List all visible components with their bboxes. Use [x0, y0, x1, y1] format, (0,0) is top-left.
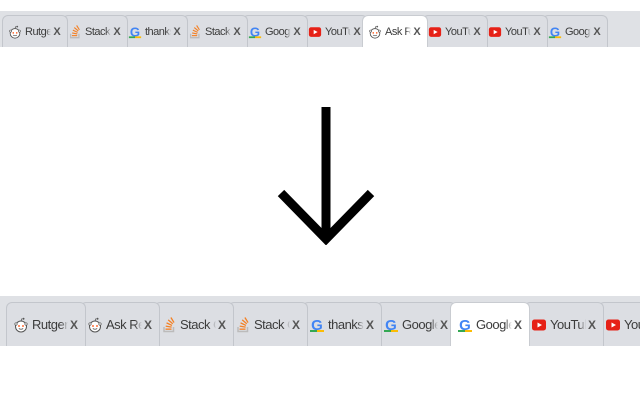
tab-close-button[interactable]: X	[591, 26, 603, 38]
browser-tab[interactable]: GGoogleX	[242, 15, 308, 47]
tab-title: YouTube	[624, 317, 640, 332]
tab-title: Rutgers Univ	[32, 317, 68, 332]
browser-tab[interactable]: Stack OverflowX	[228, 302, 308, 346]
tab-title: Rutgers Univ	[25, 25, 51, 38]
tab-title: Google	[402, 317, 438, 332]
tab-close-button[interactable]: X	[111, 26, 123, 38]
tab-title: Ask Reddit	[385, 25, 411, 38]
youtube-icon	[605, 317, 621, 333]
tab-close-button[interactable]: X	[216, 318, 228, 332]
reddit-icon	[368, 25, 382, 39]
browser-tab[interactable]: Stack OverflowX	[62, 15, 128, 47]
tab-close-button[interactable]: X	[471, 26, 483, 38]
reddit-icon	[13, 317, 29, 333]
tab-title: Stack Overflow	[205, 25, 231, 38]
tab-close-button[interactable]: X	[68, 318, 80, 332]
browser-tab[interactable]: Stack OverflowX	[154, 302, 234, 346]
browser-tab[interactable]: Rutgers UnivX	[6, 302, 86, 346]
reddit-icon	[87, 317, 103, 333]
tab-title: thanks for	[145, 25, 171, 38]
tab-close-button[interactable]: X	[531, 26, 543, 38]
browser-tab[interactable]: YouTubeX	[598, 302, 640, 346]
google-icon: G	[128, 25, 142, 39]
tab-strip-before: Rutgers UnivXStack OverflowXGthanks forX…	[0, 11, 640, 47]
stackoverflow-icon	[68, 24, 82, 39]
youtube-icon	[428, 25, 442, 39]
tab-close-button[interactable]: X	[364, 318, 376, 332]
tab-title: YouTube	[325, 25, 351, 38]
google-icon: G	[248, 25, 262, 39]
browser-tab[interactable]: GGoogleX	[542, 15, 608, 47]
stackoverflow-icon	[161, 316, 177, 333]
youtube-icon	[531, 317, 547, 333]
browser-tab[interactable]: YouTubeX	[524, 302, 604, 346]
tab-close-button[interactable]: X	[142, 318, 154, 332]
tab-title: Google	[265, 25, 291, 38]
tab-title: Stack Overflow	[180, 317, 216, 332]
tab-close-button[interactable]: X	[438, 318, 450, 332]
tab-close-button[interactable]: X	[291, 26, 303, 38]
stackoverflow-icon	[188, 24, 202, 39]
browser-tab[interactable]: GGoogleX	[450, 302, 530, 346]
tab-title: YouTube	[550, 317, 586, 332]
google-icon: G	[457, 317, 473, 333]
browser-tab[interactable]: Ask RedditX	[362, 15, 428, 47]
browser-tab[interactable]: Gthanks forX	[302, 302, 382, 346]
tab-close-button[interactable]: X	[586, 318, 598, 332]
tab-title: thanks for	[328, 317, 364, 332]
browser-tab[interactable]: Stack OverflowX	[182, 15, 248, 47]
browser-tab[interactable]: YouTubeX	[482, 15, 548, 47]
google-icon: G	[548, 25, 562, 39]
youtube-icon	[488, 25, 502, 39]
down-arrow-icon	[277, 107, 375, 245]
browser-tab[interactable]: Ask RedditX	[80, 302, 160, 346]
reddit-icon	[8, 25, 22, 39]
tab-close-button[interactable]: X	[51, 26, 63, 38]
tab-close-button[interactable]: X	[231, 26, 243, 38]
tab-title: YouTube	[505, 25, 531, 38]
google-icon: G	[309, 317, 325, 333]
tab-strip-after: Rutgers UnivXAsk RedditXStack OverflowXS…	[0, 296, 640, 346]
browser-tab[interactable]: Rutgers UnivX	[2, 15, 68, 47]
tab-close-button[interactable]: X	[171, 26, 183, 38]
tab-title: Stack Overflow	[254, 317, 290, 332]
tab-title: Google	[565, 25, 591, 38]
tab-title: YouTube	[445, 25, 471, 38]
tab-close-button[interactable]: X	[512, 318, 524, 332]
tab-title: Google	[476, 317, 512, 332]
google-icon: G	[383, 317, 399, 333]
youtube-icon	[308, 25, 322, 39]
stackoverflow-icon	[235, 316, 251, 333]
tab-title: Stack Overflow	[85, 25, 111, 38]
browser-tab[interactable]: GGoogleX	[376, 302, 456, 346]
tab-title: Ask Reddit	[106, 317, 142, 332]
browser-tab[interactable]: YouTubeX	[302, 15, 368, 47]
tab-close-button[interactable]: X	[411, 26, 423, 38]
tab-close-button[interactable]: X	[290, 318, 302, 332]
browser-tab[interactable]: YouTubeX	[422, 15, 488, 47]
browser-tab[interactable]: Gthanks forX	[122, 15, 188, 47]
